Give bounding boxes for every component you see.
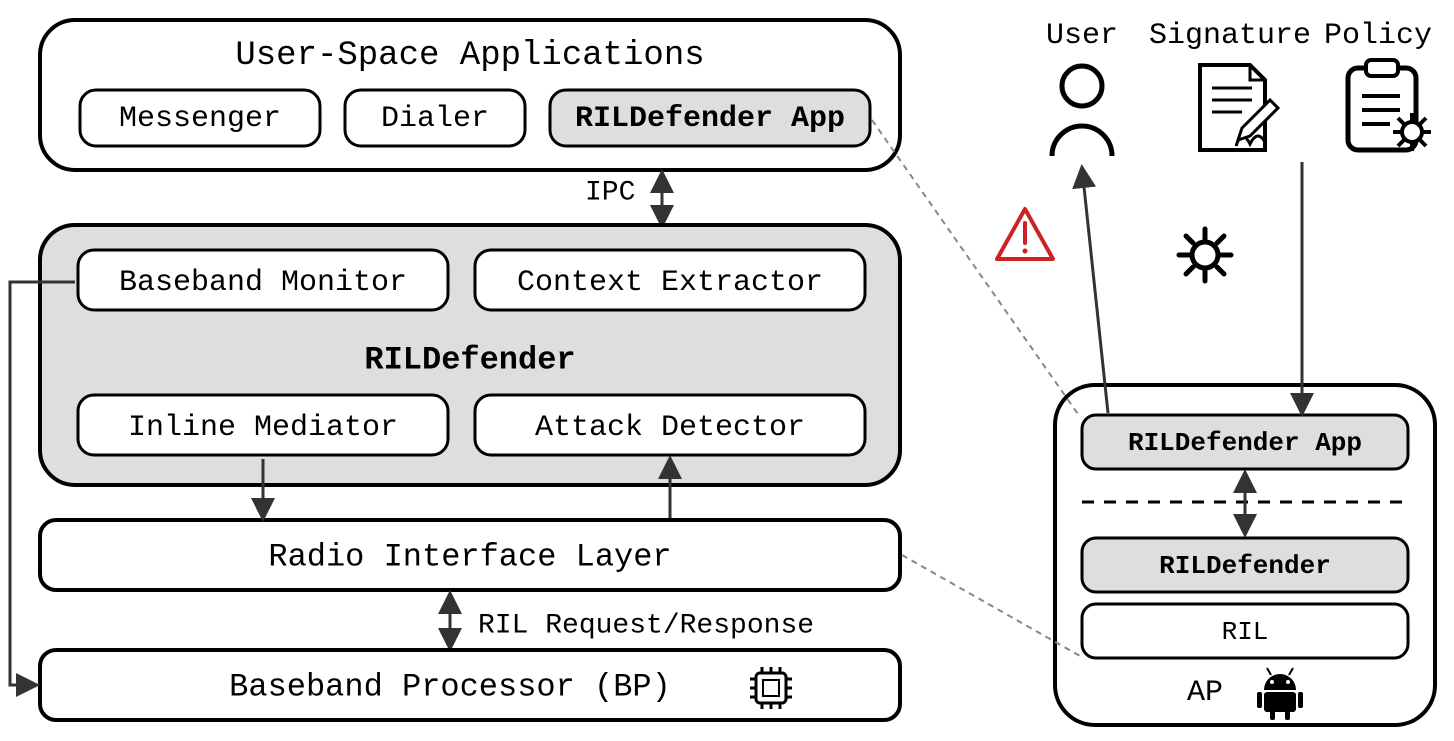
rilreqresp-label: RIL Request/Response: [478, 610, 814, 641]
policy-icon: [1348, 60, 1431, 151]
inline-mediator-label: Inline Mediator: [128, 411, 398, 445]
alert-icon: [997, 209, 1053, 259]
baseband-monitor-label: Baseband Monitor: [119, 266, 407, 300]
ap-ril-label: RIL: [1222, 617, 1269, 647]
context-extractor-label: Context Extractor: [517, 266, 823, 300]
attack-detector-label: Attack Detector: [535, 411, 805, 445]
rildefender-title: RILDefender: [364, 341, 575, 378]
signature-label: Signature: [1149, 19, 1311, 53]
app-to-user-arrow: [1082, 168, 1108, 413]
messenger-label: Messenger: [119, 102, 281, 136]
ipc-label: IPC: [585, 177, 635, 208]
ap-label: AP: [1187, 676, 1223, 710]
gear-icon: [1179, 229, 1231, 281]
ap-rildefender-label: RILDefender: [1159, 551, 1331, 581]
policy-label: Policy: [1324, 19, 1432, 53]
user-icon: [1052, 66, 1112, 156]
dialer-label: Dialer: [381, 102, 489, 136]
user-label: User: [1046, 19, 1118, 53]
userspace-title: User-Space Applications: [235, 37, 704, 75]
signature-doc-icon: [1200, 65, 1278, 150]
ril-layer-label: Radio Interface Layer: [268, 538, 671, 575]
baseband-processor-label: Baseband Processor (BP): [229, 668, 671, 705]
callout-top-dash: [872, 120, 1080, 417]
ap-rildapp-label: RILDefender App: [1128, 428, 1362, 458]
rildapp-label: RILDefender App: [575, 102, 845, 136]
